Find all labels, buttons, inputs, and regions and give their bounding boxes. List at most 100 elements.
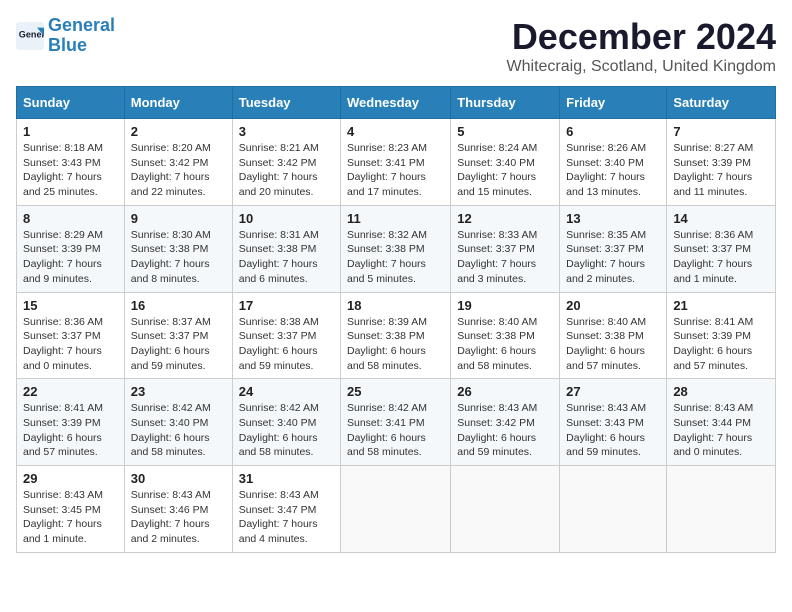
day-number: 17 (239, 298, 334, 313)
day-number: 24 (239, 384, 334, 399)
day-info: Sunrise: 8:30 AM Sunset: 3:38 PM Dayligh… (131, 228, 226, 287)
calendar-cell (667, 466, 776, 553)
calendar-cell: 23 Sunrise: 8:42 AM Sunset: 3:40 PM Dayli… (124, 379, 232, 466)
day-number: 31 (239, 471, 334, 486)
location-title: Whitecraig, Scotland, United Kingdom (507, 58, 776, 76)
day-info: Sunrise: 8:42 AM Sunset: 3:41 PM Dayligh… (347, 401, 444, 460)
calendar-cell: 22 Sunrise: 8:41 AM Sunset: 3:39 PM Dayli… (17, 379, 125, 466)
calendar-week-5: 29Sunrise: 8:43 AM Sunset: 3:45 PM Dayli… (17, 466, 776, 553)
logo-icon: General (16, 22, 44, 50)
calendar-header-row: SundayMondayTuesdayWednesdayThursdayFrid… (17, 87, 776, 119)
day-number: 19 (457, 298, 553, 313)
day-number: 14 (673, 211, 769, 226)
day-info: Sunrise: 8:33 AM Sunset: 3:37 PM Dayligh… (457, 228, 553, 287)
day-number: 15 (23, 298, 118, 313)
day-number: 25 (347, 384, 444, 399)
calendar-cell: 7 Sunrise: 8:27 AM Sunset: 3:39 PM Daylig… (667, 119, 776, 206)
day-info: Sunrise: 8:37 AM Sunset: 3:37 PM Dayligh… (131, 315, 226, 374)
day-info: Sunrise: 8:38 AM Sunset: 3:37 PM Dayligh… (239, 315, 334, 374)
day-info: Sunrise: 8:43 AM Sunset: 3:47 PM Dayligh… (239, 488, 334, 547)
calendar-cell: 13 Sunrise: 8:35 AM Sunset: 3:37 PM Dayli… (560, 205, 667, 292)
day-info: Sunrise: 8:35 AM Sunset: 3:37 PM Dayligh… (566, 228, 660, 287)
title-area: December 2024 Whitecraig, Scotland, Unit… (507, 16, 776, 76)
calendar-cell: 31 Sunrise: 8:43 AM Sunset: 3:47 PM Dayli… (232, 466, 340, 553)
calendar-cell: 9 Sunrise: 8:30 AM Sunset: 3:38 PM Daylig… (124, 205, 232, 292)
header-monday: Monday (124, 87, 232, 119)
calendar-cell: 4 Sunrise: 8:23 AM Sunset: 3:41 PM Daylig… (341, 119, 451, 206)
day-number: 23 (131, 384, 226, 399)
day-info: Sunrise: 8:26 AM Sunset: 3:40 PM Dayligh… (566, 141, 660, 200)
calendar-cell: 2 Sunrise: 8:20 AM Sunset: 3:42 PM Daylig… (124, 119, 232, 206)
day-number: 7 (673, 124, 769, 139)
calendar-cell: 19Sunrise: 8:40 AM Sunset: 3:38 PM Dayli… (451, 292, 560, 379)
header-saturday: Saturday (667, 87, 776, 119)
calendar-cell: 15Sunrise: 8:36 AM Sunset: 3:37 PM Dayli… (17, 292, 125, 379)
day-info: Sunrise: 8:41 AM Sunset: 3:39 PM Dayligh… (23, 401, 118, 460)
calendar-cell: 25 Sunrise: 8:42 AM Sunset: 3:41 PM Dayli… (341, 379, 451, 466)
header-sunday: Sunday (17, 87, 125, 119)
header: General General Blue December 2024 White… (16, 16, 776, 76)
calendar-cell: 14 Sunrise: 8:36 AM Sunset: 3:37 PM Dayli… (667, 205, 776, 292)
calendar-week-2: 8 Sunrise: 8:29 AM Sunset: 3:39 PM Daylig… (17, 205, 776, 292)
calendar-cell: 21 Sunrise: 8:41 AM Sunset: 3:39 PM Dayli… (667, 292, 776, 379)
logo: General General Blue (16, 16, 115, 56)
calendar-cell (560, 466, 667, 553)
day-number: 2 (131, 124, 226, 139)
day-info: Sunrise: 8:24 AM Sunset: 3:40 PM Dayligh… (457, 141, 553, 200)
day-number: 1 (23, 124, 118, 139)
calendar-table: SundayMondayTuesdayWednesdayThursdayFrid… (16, 86, 776, 553)
day-number: 11 (347, 211, 444, 226)
day-number: 6 (566, 124, 660, 139)
calendar-cell: 20Sunrise: 8:40 AM Sunset: 3:38 PM Dayli… (560, 292, 667, 379)
day-info: Sunrise: 8:43 AM Sunset: 3:43 PM Dayligh… (566, 401, 660, 460)
day-number: 28 (673, 384, 769, 399)
calendar-cell: 5 Sunrise: 8:24 AM Sunset: 3:40 PM Daylig… (451, 119, 560, 206)
day-number: 13 (566, 211, 660, 226)
calendar-cell: 16 Sunrise: 8:37 AM Sunset: 3:37 PM Dayli… (124, 292, 232, 379)
logo-text-line1: General (48, 16, 115, 36)
calendar-cell: 18Sunrise: 8:39 AM Sunset: 3:38 PM Dayli… (341, 292, 451, 379)
day-number: 16 (131, 298, 226, 313)
calendar-cell: 3Sunrise: 8:21 AM Sunset: 3:42 PM Daylig… (232, 119, 340, 206)
day-number: 8 (23, 211, 118, 226)
calendar-cell: 11Sunrise: 8:32 AM Sunset: 3:38 PM Dayli… (341, 205, 451, 292)
day-number: 30 (131, 471, 226, 486)
day-info: Sunrise: 8:29 AM Sunset: 3:39 PM Dayligh… (23, 228, 118, 287)
day-info: Sunrise: 8:41 AM Sunset: 3:39 PM Dayligh… (673, 315, 769, 374)
day-info: Sunrise: 8:42 AM Sunset: 3:40 PM Dayligh… (131, 401, 226, 460)
day-info: Sunrise: 8:42 AM Sunset: 3:40 PM Dayligh… (239, 401, 334, 460)
day-info: Sunrise: 8:31 AM Sunset: 3:38 PM Dayligh… (239, 228, 334, 287)
header-friday: Friday (560, 87, 667, 119)
day-number: 22 (23, 384, 118, 399)
calendar-cell: 29Sunrise: 8:43 AM Sunset: 3:45 PM Dayli… (17, 466, 125, 553)
calendar-cell: 17 Sunrise: 8:38 AM Sunset: 3:37 PM Dayli… (232, 292, 340, 379)
calendar-cell: 30 Sunrise: 8:43 AM Sunset: 3:46 PM Dayli… (124, 466, 232, 553)
calendar-cell: 10 Sunrise: 8:31 AM Sunset: 3:38 PM Dayli… (232, 205, 340, 292)
day-info: Sunrise: 8:43 AM Sunset: 3:46 PM Dayligh… (131, 488, 226, 547)
day-number: 21 (673, 298, 769, 313)
calendar-cell: 27Sunrise: 8:43 AM Sunset: 3:43 PM Dayli… (560, 379, 667, 466)
day-info: Sunrise: 8:18 AM Sunset: 3:43 PM Dayligh… (23, 141, 118, 200)
day-info: Sunrise: 8:36 AM Sunset: 3:37 PM Dayligh… (673, 228, 769, 287)
calendar-week-4: 22 Sunrise: 8:41 AM Sunset: 3:39 PM Dayli… (17, 379, 776, 466)
header-thursday: Thursday (451, 87, 560, 119)
day-number: 10 (239, 211, 334, 226)
day-number: 29 (23, 471, 118, 486)
calendar-cell: 26Sunrise: 8:43 AM Sunset: 3:42 PM Dayli… (451, 379, 560, 466)
calendar-week-1: 1 Sunrise: 8:18 AM Sunset: 3:43 PM Daylig… (17, 119, 776, 206)
day-number: 5 (457, 124, 553, 139)
day-number: 12 (457, 211, 553, 226)
day-number: 4 (347, 124, 444, 139)
day-number: 9 (131, 211, 226, 226)
day-info: Sunrise: 8:27 AM Sunset: 3:39 PM Dayligh… (673, 141, 769, 200)
day-info: Sunrise: 8:23 AM Sunset: 3:41 PM Dayligh… (347, 141, 444, 200)
calendar-cell (341, 466, 451, 553)
header-tuesday: Tuesday (232, 87, 340, 119)
day-info: Sunrise: 8:20 AM Sunset: 3:42 PM Dayligh… (131, 141, 226, 200)
calendar-cell: 8 Sunrise: 8:29 AM Sunset: 3:39 PM Daylig… (17, 205, 125, 292)
day-number: 18 (347, 298, 444, 313)
calendar-cell: 24 Sunrise: 8:42 AM Sunset: 3:40 PM Dayli… (232, 379, 340, 466)
day-info: Sunrise: 8:43 AM Sunset: 3:42 PM Dayligh… (457, 401, 553, 460)
day-info: Sunrise: 8:40 AM Sunset: 3:38 PM Dayligh… (566, 315, 660, 374)
calendar-cell (451, 466, 560, 553)
